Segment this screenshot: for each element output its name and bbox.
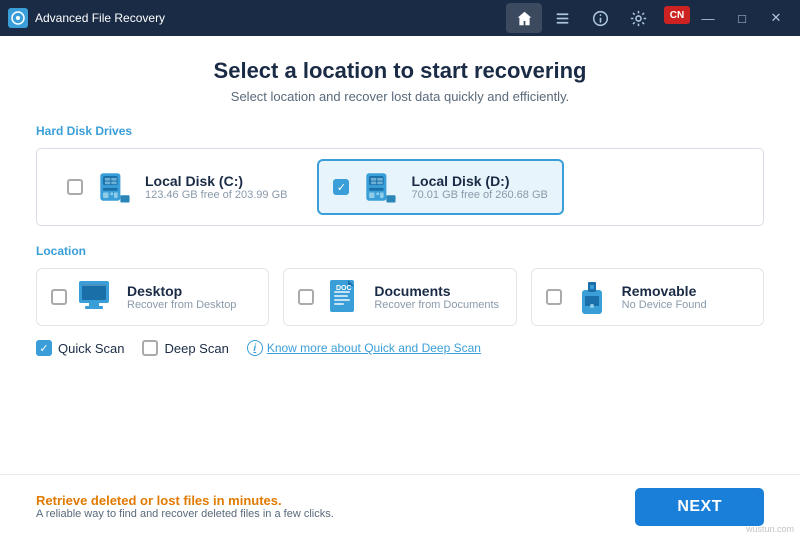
location-desktop-name: Desktop	[127, 283, 236, 299]
footer-text: Retrieve deleted or lost files in minute…	[36, 493, 334, 520]
drive-d-name: Local Disk (D:)	[411, 173, 547, 189]
location-removable-checkbox[interactable]	[546, 289, 562, 305]
location-documents-desc: Recover from Documents	[374, 299, 499, 311]
drive-c-card[interactable]: Local Disk (C:) 123.46 GB free of 203.99…	[51, 159, 303, 215]
location-section-label: Location	[36, 244, 764, 258]
page-subtitle: Select location and recover lost data qu…	[36, 89, 764, 104]
next-button[interactable]: NEXT	[635, 488, 764, 526]
watermark: wustun.com	[746, 524, 794, 534]
scan-options: ✓ Quick Scan Deep Scan i Know more about…	[36, 340, 764, 356]
nav-info-btn[interactable]	[582, 3, 618, 33]
removable-icon	[572, 279, 612, 315]
location-removable-info: Removable No Device Found	[622, 283, 707, 311]
drive-d-checkbox[interactable]: ✓	[333, 179, 349, 195]
quick-scan-option[interactable]: ✓ Quick Scan	[36, 340, 124, 356]
location-desktop-card[interactable]: Desktop Recover from Desktop	[36, 268, 269, 326]
drive-c-checkbox[interactable]	[67, 179, 83, 195]
drive-c-icon	[93, 169, 135, 205]
nav-home-btn[interactable]	[506, 3, 542, 33]
drives-section-label: Hard Disk Drives	[36, 124, 764, 138]
drives-container: Local Disk (C:) 123.46 GB free of 203.99…	[36, 148, 764, 226]
location-removable-card[interactable]: Removable No Device Found	[531, 268, 764, 326]
location-desktop-info: Desktop Recover from Desktop	[127, 283, 236, 311]
location-desktop-checkbox[interactable]	[51, 289, 67, 305]
nav-list-btn[interactable]	[544, 3, 580, 33]
info-icon: i	[247, 340, 263, 356]
deep-scan-option[interactable]: Deep Scan	[142, 340, 228, 356]
close-btn[interactable]: ✕	[760, 4, 792, 32]
location-documents-card[interactable]: DOC Documents Recover from Documents	[283, 268, 516, 326]
location-section: Location Desktop Recover	[36, 244, 764, 326]
app-logo	[8, 8, 28, 28]
location-documents-info: Documents Recover from Documents	[374, 283, 499, 311]
title-bar: Advanced File Recovery	[0, 0, 800, 36]
drive-c-space: 123.46 GB free of 203.99 GB	[145, 189, 287, 201]
title-nav	[506, 3, 656, 33]
drive-d-space: 70.01 GB free of 260.68 GB	[411, 189, 547, 201]
maximize-btn[interactable]: □	[726, 4, 758, 32]
footer-promo: Retrieve deleted or lost files in minute…	[36, 493, 334, 508]
drive-c-info: Local Disk (C:) 123.46 GB free of 203.99…	[145, 173, 287, 201]
location-removable-name: Removable	[622, 283, 707, 299]
drive-d-icon	[359, 169, 401, 205]
locations-container: Desktop Recover from Desktop DOC	[36, 268, 764, 326]
footer-sub: A reliable way to find and recover delet…	[36, 508, 334, 520]
page-title: Select a location to start recovering	[36, 58, 764, 84]
scan-link-text[interactable]: Know more about Quick and Deep Scan	[267, 341, 481, 355]
drive-d-card[interactable]: ✓	[317, 159, 563, 215]
minimize-btn[interactable]: —	[692, 4, 724, 32]
window-controls: CN — □ ✕	[664, 4, 792, 32]
location-removable-desc: No Device Found	[622, 299, 707, 311]
deep-scan-label: Deep Scan	[164, 341, 228, 356]
drive-d-info: Local Disk (D:) 70.01 GB free of 260.68 …	[411, 173, 547, 201]
desktop-icon	[77, 279, 117, 315]
app-title: Advanced File Recovery	[35, 11, 506, 25]
location-desktop-desc: Recover from Desktop	[127, 299, 236, 311]
drives-section: Hard Disk Drives	[36, 124, 764, 226]
drive-c-name: Local Disk (C:)	[145, 173, 287, 189]
nav-settings-btn[interactable]	[620, 3, 656, 33]
main-content: Select a location to start recovering Se…	[0, 36, 800, 474]
svg-text:DOC: DOC	[336, 285, 352, 292]
location-documents-name: Documents	[374, 283, 499, 299]
footer: Retrieve deleted or lost files in minute…	[0, 474, 800, 538]
quick-scan-label: Quick Scan	[58, 341, 124, 356]
scan-info-link[interactable]: i Know more about Quick and Deep Scan	[247, 340, 481, 356]
documents-icon: DOC	[324, 279, 364, 315]
location-documents-checkbox[interactable]	[298, 289, 314, 305]
flag-btn[interactable]: CN	[664, 6, 690, 24]
quick-scan-checkbox[interactable]: ✓	[36, 340, 52, 356]
deep-scan-checkbox[interactable]	[142, 340, 158, 356]
